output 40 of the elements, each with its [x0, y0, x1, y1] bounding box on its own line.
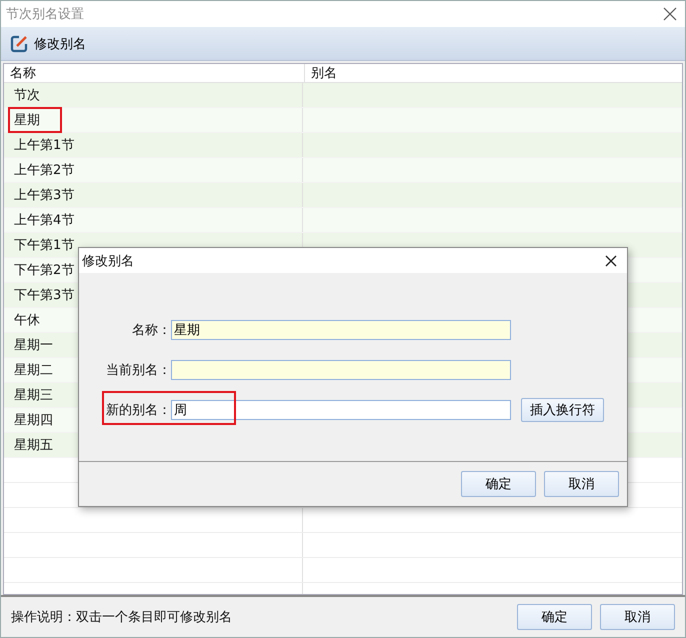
dialog-button[interactable]: 确定: [461, 471, 536, 497]
field-label: 新的别名：: [105, 402, 171, 419]
window-title: 节次别名设置: [6, 6, 84, 23]
table-row[interactable]: 上午第1节: [4, 133, 682, 158]
name-cell-text: 午休: [13, 312, 41, 330]
text-field[interactable]: [171, 360, 511, 380]
name-cell-text: 星期四: [13, 412, 54, 430]
name-cell-text: 星期三: [13, 387, 54, 405]
name-cell-text: 上午第4节: [13, 212, 76, 230]
table-row[interactable]: 上午第4节: [4, 208, 682, 233]
insert-newline-button[interactable]: 插入换行符: [521, 398, 604, 422]
name-cell-text: 上午第3节: [13, 187, 76, 205]
column-header[interactable]: 名称: [4, 64, 305, 82]
name-cell-text: 下午第2节: [13, 262, 76, 280]
name-cell-text: 星期五: [13, 437, 54, 455]
footer-button[interactable]: 确定: [517, 604, 592, 630]
name-cell-text: 节次: [13, 87, 41, 105]
close-icon[interactable]: [605, 254, 617, 266]
close-icon[interactable]: [663, 7, 677, 21]
field-label: 当前别名：: [105, 362, 171, 379]
dialog-button[interactable]: 取消: [544, 471, 619, 497]
table-row[interactable]: 节次: [4, 83, 682, 108]
name-cell-text: 上午第1节: [13, 137, 76, 155]
text-field[interactable]: 周: [171, 400, 511, 420]
name-cell: 星期: [8, 107, 62, 133]
usage-hint: 操作说明：双击一个条目即可修改别名: [11, 609, 232, 626]
name-cell-text: 下午第1节: [13, 237, 76, 255]
table-row[interactable]: 星期: [4, 108, 682, 133]
name-cell-text: 上午第2节: [13, 162, 76, 180]
name-cell-text: 星期二: [13, 362, 54, 380]
name-cell-text: 星期一: [13, 337, 54, 355]
footer-button[interactable]: 取消: [600, 604, 675, 630]
edit-icon: [9, 34, 29, 54]
edit-alias-button[interactable]: 修改别名: [7, 32, 88, 56]
column-header[interactable]: 别名: [305, 64, 682, 82]
table-row[interactable]: 上午第2节: [4, 158, 682, 183]
text-field[interactable]: 星期: [171, 320, 511, 340]
name-cell-text: 下午第3节: [13, 287, 76, 305]
field-label: 名称：: [131, 322, 171, 339]
table-row[interactable]: 上午第3节: [4, 183, 682, 208]
